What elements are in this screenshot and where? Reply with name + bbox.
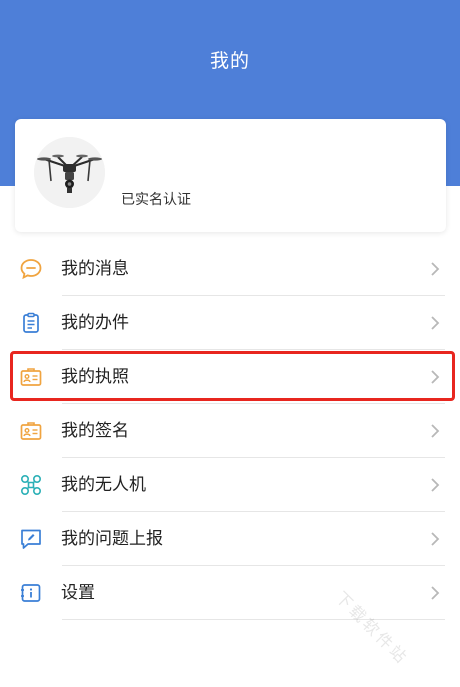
settings-icon (21, 584, 41, 602)
divider (62, 619, 445, 620)
menu-label-messages: 我的消息 (61, 259, 129, 279)
chevron-right-icon (431, 478, 440, 492)
menu-item-license[interactable]: 我的执照 (0, 350, 460, 404)
clipboard-icon (23, 312, 39, 333)
drone-avatar-image (34, 137, 105, 208)
chevron-right-icon (431, 370, 440, 384)
menu-item-messages[interactable]: 我的消息 (0, 242, 460, 296)
signature-card-icon (20, 422, 42, 440)
profile-card[interactable]: 已实名认证 (15, 119, 446, 232)
menu-item-drones[interactable]: 我的无人机 (0, 458, 460, 512)
menu-label-drones: 我的无人机 (61, 475, 146, 495)
menu-item-applications[interactable]: 我的办件 (0, 296, 460, 350)
verification-status: 已实名认证 (121, 192, 191, 208)
chevron-right-icon (431, 316, 440, 330)
menu-list: 我的消息 我的办件 我的执照 我的签名 我的无人机 我的问题上报 设置 (0, 242, 460, 620)
menu-item-issue-report[interactable]: 我的问题上报 (0, 512, 460, 566)
chevron-right-icon (431, 424, 440, 438)
menu-item-signature[interactable]: 我的签名 (0, 404, 460, 458)
license-card-icon (20, 368, 42, 386)
chevron-right-icon (431, 586, 440, 600)
menu-label-applications: 我的办件 (61, 313, 129, 333)
menu-item-settings[interactable]: 设置 (0, 566, 460, 620)
page-title: 我的 (209, 50, 250, 72)
menu-label-settings: 设置 (61, 583, 95, 603)
drone-icon (20, 474, 42, 496)
report-icon (21, 529, 41, 549)
chat-bubble-icon (20, 259, 42, 280)
menu-label-issue-report: 我的问题上报 (61, 529, 163, 549)
avatar[interactable] (34, 137, 105, 208)
chevron-right-icon (431, 532, 440, 546)
menu-label-signature: 我的签名 (61, 421, 129, 441)
chevron-right-icon (431, 262, 440, 276)
menu-label-license: 我的执照 (61, 367, 129, 387)
